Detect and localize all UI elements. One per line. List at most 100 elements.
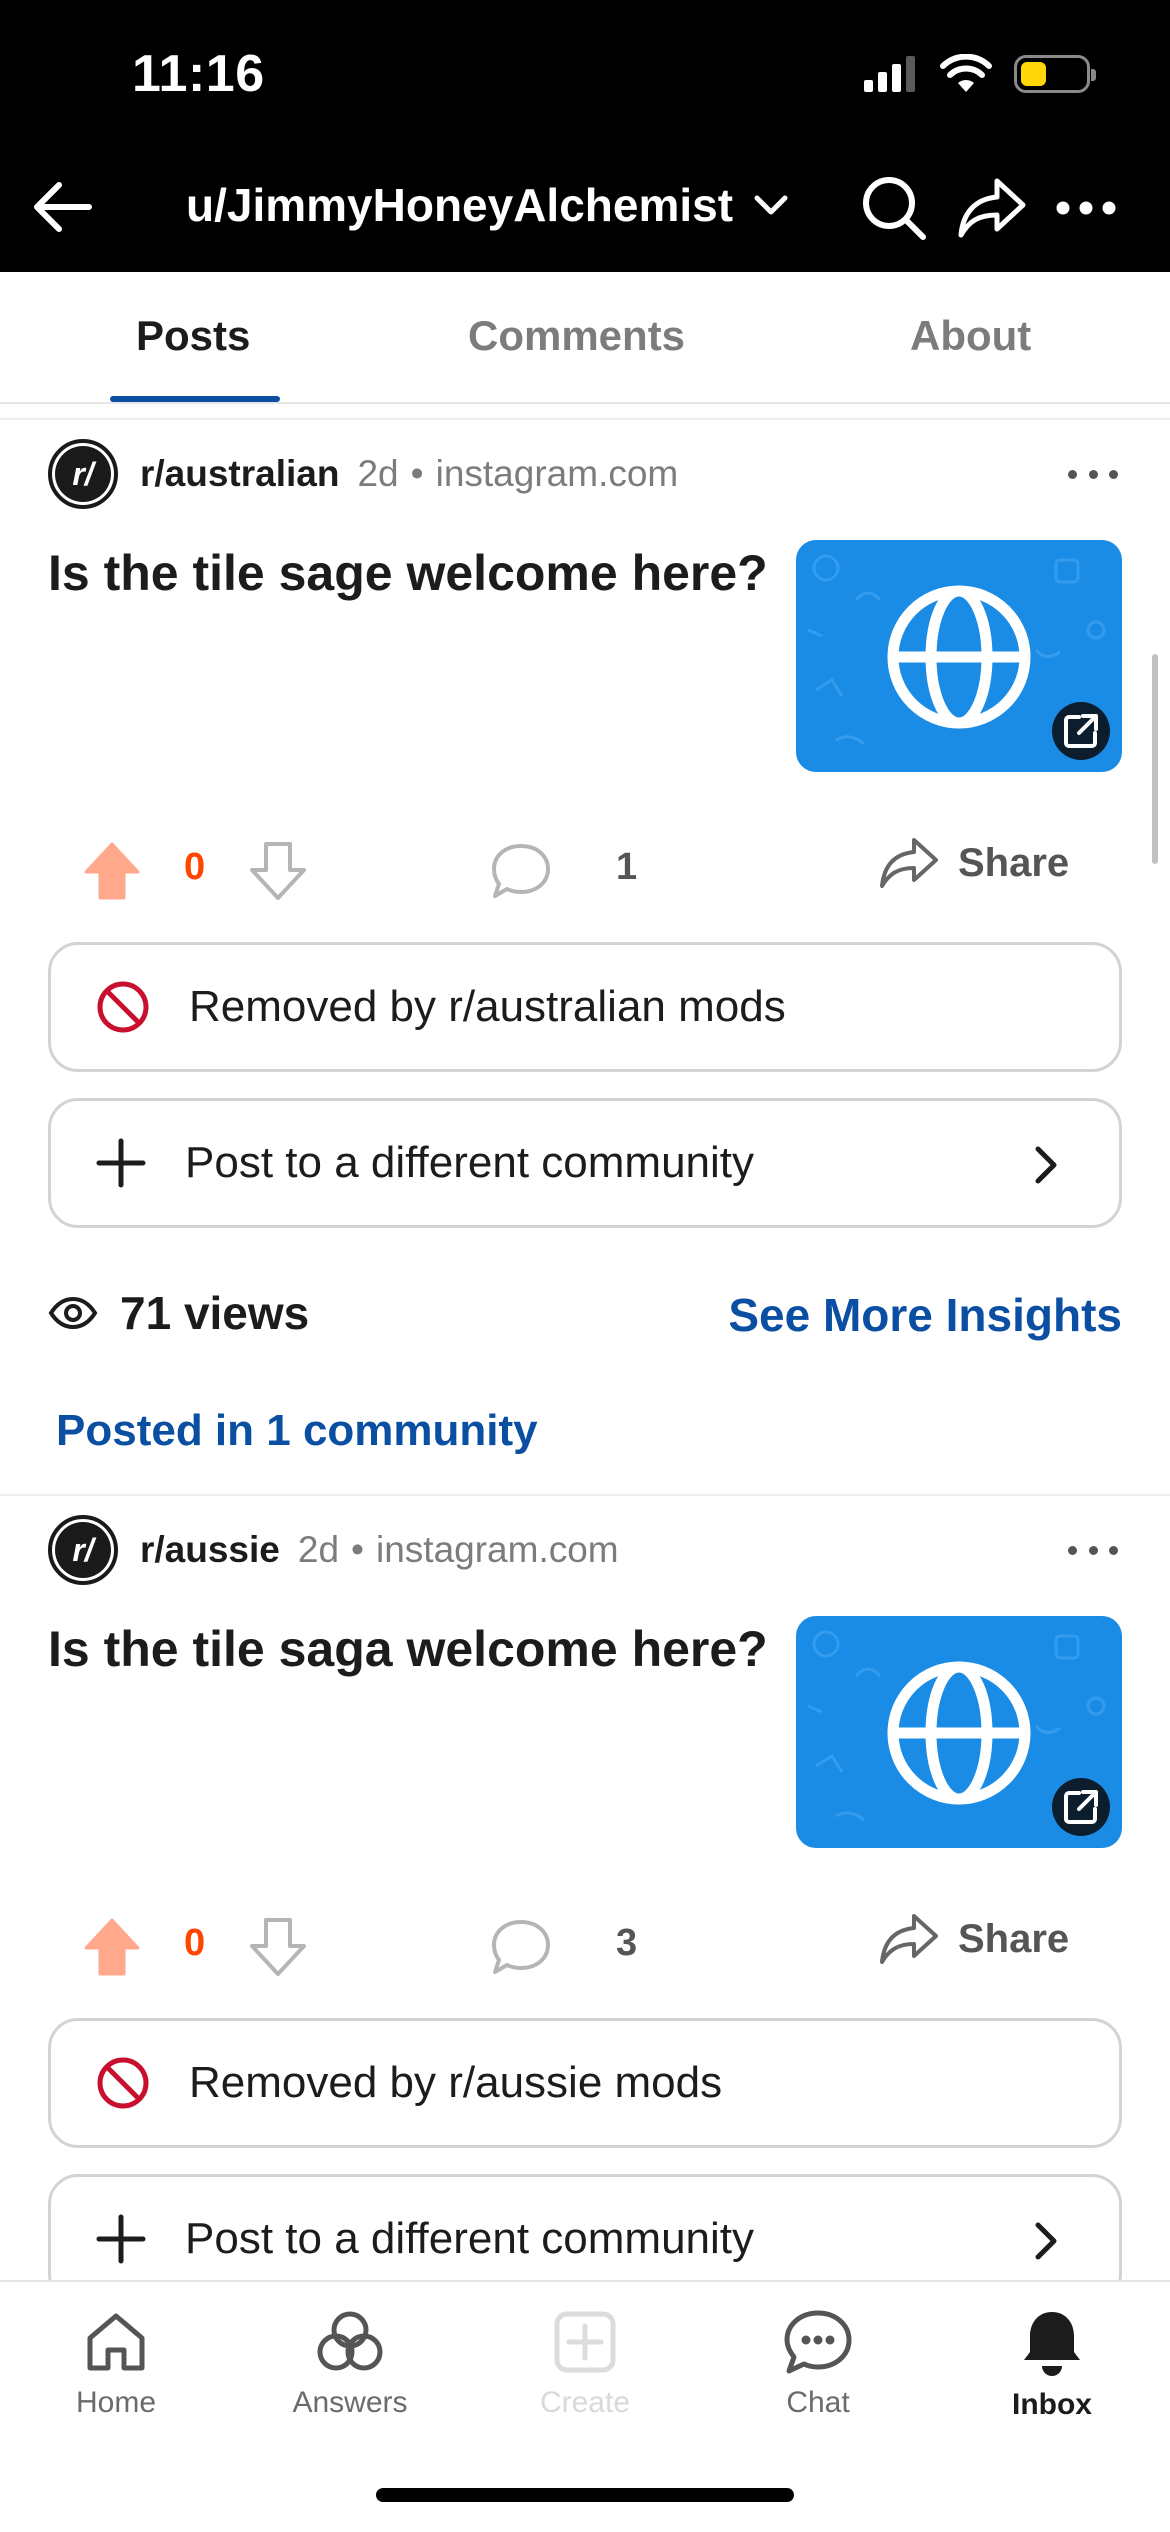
see-more-insights-link[interactable]: See More Insights xyxy=(728,1288,1122,1342)
search-button[interactable] xyxy=(858,172,930,244)
status-time: 11:16 xyxy=(132,45,265,103)
share-label: Share xyxy=(958,840,1070,885)
views-row: 71 views See More Insights xyxy=(48,1278,1122,1348)
repost-text: Post to a different community xyxy=(185,2214,755,2263)
post-header: r/ r/australian 2d • instagram.com xyxy=(48,436,678,512)
nav-label: Inbox xyxy=(1012,2388,1092,2421)
post-domain: instagram.com xyxy=(435,453,679,494)
nav-label: Create xyxy=(539,2386,631,2419)
share-icon xyxy=(880,838,938,888)
posted-in-link[interactable]: Posted in 1 community xyxy=(56,1406,538,1456)
nav-label: Answers xyxy=(292,2386,408,2419)
prohibited-icon xyxy=(97,981,149,1033)
downvote-icon[interactable] xyxy=(248,1916,308,1978)
post-actions: 0 1 Share xyxy=(0,824,1170,914)
plus-icon xyxy=(96,2214,146,2264)
globe-icon xyxy=(887,585,1031,729)
answers-icon xyxy=(317,2311,383,2371)
more-options-button[interactable] xyxy=(1050,172,1122,244)
back-button[interactable] xyxy=(26,172,96,242)
prohibited-icon xyxy=(97,2057,149,2109)
post-to-community-button[interactable]: Post to a different community xyxy=(48,1098,1122,1228)
removed-notice[interactable]: Removed by r/australian mods xyxy=(48,942,1122,1072)
nav-home[interactable]: Home xyxy=(16,2308,216,2420)
bell-icon xyxy=(1024,2312,1080,2376)
top-bar: 11:16 u/JimmyHoneyAlchemist xyxy=(0,0,1170,272)
nav-chat[interactable]: Chat xyxy=(718,2308,918,2420)
more-horizontal-icon xyxy=(1056,201,1116,215)
eye-icon xyxy=(48,1296,98,1330)
battery-icon xyxy=(1014,55,1096,93)
tab-comments[interactable]: Comments xyxy=(468,312,685,360)
view-count: 71 views xyxy=(120,1287,310,1339)
chevron-right-icon xyxy=(1035,1146,1057,1184)
post-age: 2d xyxy=(297,1529,340,1570)
vote-score: 0 xyxy=(184,1922,206,1964)
post-more-button[interactable] xyxy=(1068,456,1118,492)
chevron-right-icon xyxy=(1035,2222,1057,2260)
arrow-left-icon xyxy=(34,182,92,232)
profile-tabs: Posts Comments About xyxy=(0,272,1170,404)
comment-count: 1 xyxy=(616,846,638,888)
upvote-icon[interactable] xyxy=(82,840,142,902)
nav-inbox[interactable]: Inbox xyxy=(952,2308,1152,2422)
share-icon xyxy=(880,1914,938,1964)
post-more-button[interactable] xyxy=(1068,1532,1118,1568)
chat-icon xyxy=(784,2310,852,2374)
wifi-icon xyxy=(940,54,992,92)
home-icon xyxy=(87,2313,145,2371)
share-button[interactable]: Share xyxy=(878,836,1069,890)
comment-icon[interactable] xyxy=(490,1918,552,1976)
post-domain: instagram.com xyxy=(376,1529,619,1570)
share-button[interactable]: Share xyxy=(878,1912,1069,1966)
home-indicator[interactable] xyxy=(376,2488,794,2502)
post-title[interactable]: Is the tile sage welcome here? xyxy=(48,542,768,605)
comment-count: 3 xyxy=(616,1922,638,1964)
link-thumbnail[interactable] xyxy=(796,540,1122,772)
post-card[interactable]: r/ r/australian 2d • instagram.com Is th… xyxy=(0,436,1170,1476)
separator-dot: • xyxy=(410,453,424,494)
post-age: 2d xyxy=(357,453,399,494)
external-link-icon xyxy=(1052,702,1110,760)
nav-label: Chat xyxy=(786,2386,850,2419)
post-actions: 0 3 Share xyxy=(0,1900,1170,1990)
divider xyxy=(0,1494,1170,1496)
post-header: r/ r/aussie 2d • instagram.com xyxy=(48,1512,619,1588)
comment-icon[interactable] xyxy=(490,842,552,900)
search-icon xyxy=(863,177,926,240)
removed-text: Removed by r/australian mods xyxy=(189,982,786,1031)
profile-switcher[interactable]: u/JimmyHoneyAlchemist xyxy=(186,178,789,232)
tab-about[interactable]: About xyxy=(910,312,1031,360)
post-title[interactable]: Is the tile saga welcome here? xyxy=(48,1618,768,1681)
vote-score: 0 xyxy=(184,846,206,888)
subreddit-avatar[interactable]: r/ xyxy=(48,1515,118,1585)
cellular-signal-icon xyxy=(864,56,915,92)
repost-text: Post to a different community xyxy=(185,1138,755,1187)
active-tab-indicator xyxy=(110,396,280,402)
status-icons xyxy=(862,54,1096,94)
page-title: u/JimmyHoneyAlchemist xyxy=(186,179,734,231)
downvote-icon[interactable] xyxy=(248,840,308,902)
nav-create[interactable]: Create xyxy=(485,2308,685,2420)
subreddit-name[interactable]: r/aussie xyxy=(140,1529,280,1571)
link-thumbnail[interactable] xyxy=(796,1616,1122,1848)
nav-answers[interactable]: Answers xyxy=(250,2308,450,2420)
chevron-down-icon xyxy=(754,195,788,215)
upvote-icon[interactable] xyxy=(82,1916,142,1978)
share-label: Share xyxy=(958,1916,1070,1961)
post-card[interactable]: r/ r/aussie 2d • instagram.com Is the ti… xyxy=(0,1512,1170,2304)
separator-dot: • xyxy=(351,1529,364,1570)
share-profile-button[interactable] xyxy=(956,172,1028,244)
external-link-icon xyxy=(1052,1778,1110,1836)
create-icon xyxy=(554,2311,616,2373)
nav-label: Home xyxy=(75,2386,157,2419)
removed-text: Removed by r/aussie mods xyxy=(189,2058,723,2107)
tab-posts[interactable]: Posts xyxy=(136,312,250,360)
divider xyxy=(0,418,1170,420)
globe-icon xyxy=(887,1661,1031,1805)
subreddit-avatar[interactable]: r/ xyxy=(48,439,118,509)
plus-icon xyxy=(96,1138,146,1188)
share-icon xyxy=(958,178,1026,238)
subreddit-name[interactable]: r/australian xyxy=(140,453,339,495)
removed-notice[interactable]: Removed by r/aussie mods xyxy=(48,2018,1122,2148)
